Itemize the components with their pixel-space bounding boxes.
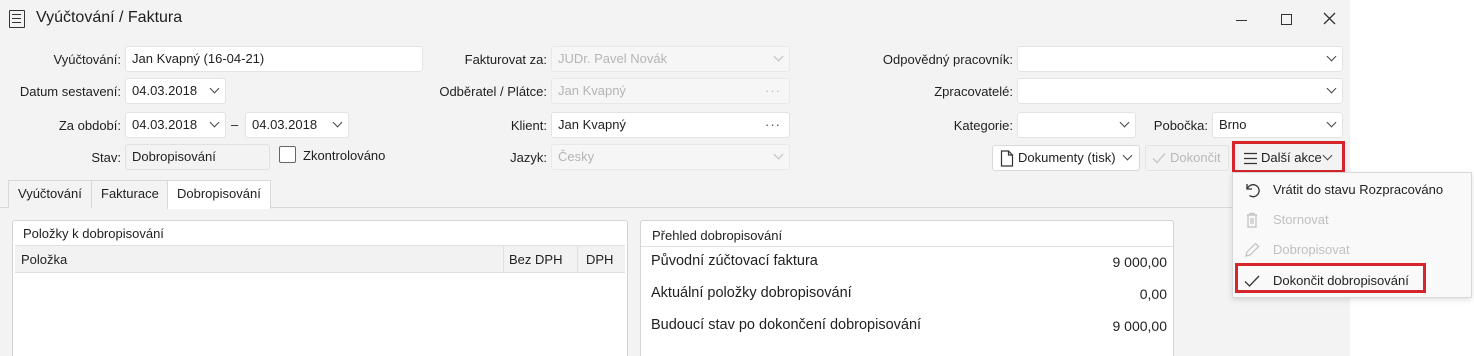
- chevron-down-icon: [1119, 117, 1130, 128]
- za-obdobi-label: Za období:: [58, 118, 121, 133]
- zkontrolovano-label: Zkontrolováno: [303, 148, 386, 163]
- chevron-down-icon: [773, 51, 784, 62]
- chevron-down-icon: [209, 117, 220, 128]
- column-header-polozka[interactable]: Položka: [21, 252, 67, 267]
- kategorie-label: Kategorie:: [953, 118, 1013, 133]
- odpovedny-pracovnik-select[interactable]: [1017, 46, 1343, 72]
- zkontrolovano-checkbox[interactable]: [279, 146, 296, 163]
- dokoncit-button[interactable]: Dokončit: [1145, 145, 1229, 171]
- fakturovat-za-select[interactable]: JUDr. Pavel Novák: [551, 46, 790, 72]
- chevron-down-icon: [209, 83, 220, 94]
- date-range-separator: –: [231, 117, 239, 132]
- tab-fakturace[interactable]: Fakturace: [91, 180, 169, 208]
- fakturovat-za-label: Fakturovat za:: [464, 52, 547, 67]
- menu-item-vratit[interactable]: Vrátit do stavu Rozpracováno: [1233, 175, 1471, 205]
- undo-icon: [1246, 184, 1260, 198]
- odberatel-label: Odběratel / Plátce:: [439, 84, 547, 99]
- pencil-icon: [1245, 242, 1260, 257]
- summary-label-budouci: Budoucí stav po dokončení dobropisování: [651, 317, 922, 333]
- stav-field: Dobropisování: [125, 144, 270, 170]
- check-icon: [1152, 153, 1166, 164]
- more-icon[interactable]: ···: [765, 113, 781, 137]
- menu-item-label: Vrátit do stavu Rozpracováno: [1273, 182, 1444, 197]
- polozky-panel-title: Položky k dobropisování: [23, 226, 164, 241]
- file-icon: [1000, 150, 1014, 167]
- polozky-grid-header: Položka Bez DPH DPH: [15, 245, 625, 273]
- chevron-down-icon: [332, 117, 343, 128]
- summary-value-puvodni: 9 000,00: [1112, 254, 1168, 270]
- summary-label-aktualni: Aktuální položky dobropisování: [651, 285, 852, 301]
- prehled-panel: Přehled dobropisování Původní zúčtovací …: [640, 220, 1174, 356]
- trash-icon: [1247, 212, 1257, 228]
- vyuctovani-value: Jan Kvapný (16-04-21): [132, 51, 265, 66]
- za-obdobi-from-picker[interactable]: 04.03.2018: [125, 112, 226, 138]
- dokoncit-label: Dokončit: [1170, 150, 1221, 165]
- pobocka-select[interactable]: Brno: [1212, 112, 1343, 138]
- column-header-bez-dph[interactable]: Bez DPH: [509, 252, 562, 267]
- tab-vyuctovani[interactable]: Vyúčtování: [8, 180, 92, 208]
- zpracovatele-select[interactable]: [1017, 78, 1343, 104]
- pobocka-label: Pobočka:: [1153, 118, 1208, 133]
- summary-label-puvodni: Původní zúčtovací faktura: [651, 253, 818, 269]
- invoice-window: Vyúčtování / Faktura Vyúčtování: Jan Kva…: [0, 0, 1350, 356]
- chevron-down-icon: [773, 149, 784, 160]
- close-icon: [1323, 12, 1336, 25]
- pobocka-value: Brno: [1219, 117, 1247, 132]
- jazyk-select[interactable]: Česky: [551, 144, 790, 170]
- title-bar: Vyúčtování / Faktura: [0, 0, 1350, 40]
- odpovedny-pracovnik-label: Odpovědný pracovník:: [882, 52, 1013, 67]
- menu-item-label: Stornovat: [1273, 212, 1329, 227]
- chevron-down-icon: [1326, 51, 1337, 62]
- document-icon: [9, 10, 25, 28]
- za-obdobi-to-picker[interactable]: 04.03.2018: [245, 112, 349, 138]
- menu-item-label: Dobropisovat: [1273, 242, 1350, 257]
- kategorie-select[interactable]: [1017, 112, 1136, 138]
- tab-dobropisovani[interactable]: Dobropisování: [167, 180, 271, 209]
- klient-label: Klient:: [510, 118, 547, 133]
- chevron-down-icon: [1326, 117, 1337, 128]
- odberatel-field[interactable]: Jan Kvapný ···: [551, 78, 790, 104]
- summary-value-aktualni: 0,00: [1139, 286, 1167, 302]
- za-obdobi-from-value: 04.03.2018: [132, 117, 198, 132]
- close-button[interactable]: [1315, 8, 1345, 30]
- datum-sestaveni-label: Datum sestavení:: [19, 84, 121, 99]
- zpracovatele-label: Zpracovatelé:: [934, 84, 1013, 99]
- highlight-box-dalsi-akce: [1232, 141, 1345, 173]
- vyuctovani-field[interactable]: Jan Kvapný (16-04-21): [125, 46, 423, 72]
- window-title: Vyúčtování / Faktura: [36, 9, 183, 26]
- dokumenty-button[interactable]: Dokumenty (tisk): [992, 145, 1140, 171]
- stav-label: Stav:: [91, 150, 121, 165]
- jazyk-label: Jazyk:: [510, 150, 547, 165]
- polozky-panel: Položky k dobropisování Položka Bez DPH …: [12, 220, 628, 356]
- klient-value: Jan Kvapný: [558, 117, 626, 132]
- jazyk-value: Česky: [558, 149, 595, 164]
- more-icon: ···: [765, 83, 781, 98]
- column-header-dph[interactable]: DPH: [586, 252, 613, 267]
- menu-item-stornovat[interactable]: Stornovat: [1233, 205, 1471, 235]
- menu-item-dobropisovat[interactable]: Dobropisovat: [1233, 235, 1471, 265]
- chevron-down-icon: [1326, 83, 1337, 94]
- vyuctovani-label: Vyúčtování:: [53, 52, 121, 67]
- klient-field[interactable]: Jan Kvapný ···: [551, 112, 790, 138]
- prehled-panel-title: Přehled dobropisování: [652, 228, 783, 243]
- highlight-box-dokoncit-dobropisovani: [1235, 263, 1426, 293]
- minimize-button[interactable]: [1227, 8, 1257, 30]
- fakturovat-za-value: JUDr. Pavel Novák: [558, 51, 668, 66]
- datum-sestaveni-value: 04.03.2018: [132, 83, 198, 98]
- za-obdobi-to-value: 04.03.2018: [252, 117, 318, 132]
- chevron-down-icon: [1122, 150, 1133, 161]
- maximize-button[interactable]: [1272, 8, 1302, 30]
- dokumenty-label: Dokumenty (tisk): [1018, 150, 1116, 165]
- summary-value-budouci: 9 000,00: [1112, 318, 1168, 334]
- datum-sestaveni-picker[interactable]: 04.03.2018: [125, 78, 226, 104]
- odberatel-value: Jan Kvapný: [558, 83, 626, 98]
- stav-value: Dobropisování: [132, 149, 216, 164]
